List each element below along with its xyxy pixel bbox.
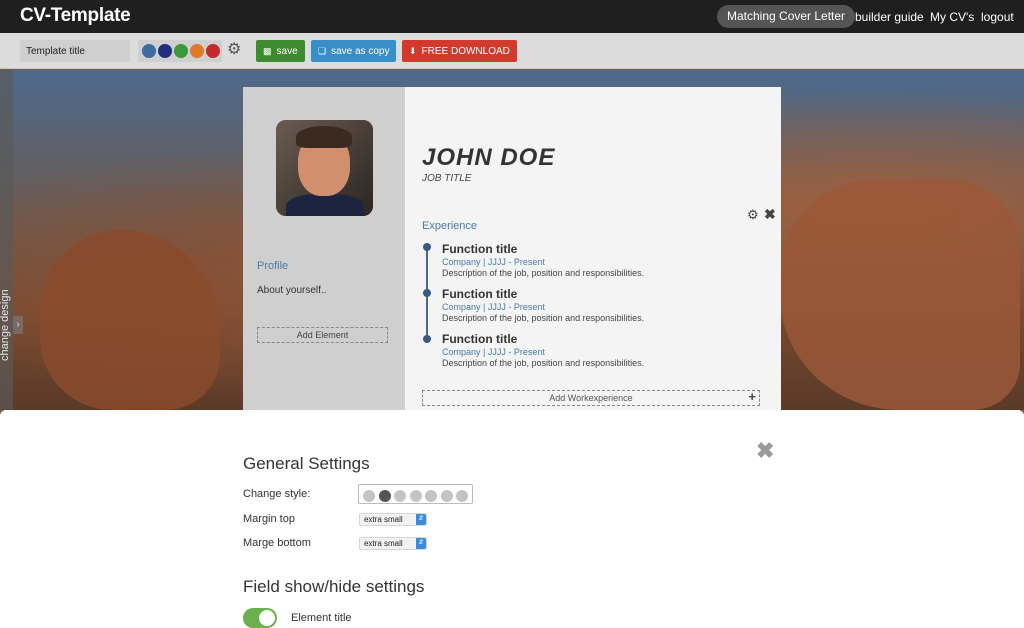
color-swatch-green[interactable]: [174, 44, 188, 58]
style-option[interactable]: [394, 490, 406, 502]
cv-preview: Profile About yourself.. Add Element JOH…: [243, 87, 781, 410]
job-description[interactable]: Description of the job, position and res…: [442, 313, 644, 323]
company-dates[interactable]: Company | JJJJ - Present: [442, 347, 644, 357]
save-as-copy-button[interactable]: ❏ save as copy: [311, 40, 397, 62]
logout-link[interactable]: logout: [981, 10, 1014, 24]
function-title[interactable]: Function title: [442, 332, 644, 346]
element-title-label: Element title: [291, 612, 352, 624]
style-option[interactable]: [409, 490, 422, 502]
margin-bottom-select[interactable]: extra small ⇵: [359, 537, 427, 550]
style-option[interactable]: [363, 490, 375, 502]
style-option[interactable]: [440, 490, 453, 502]
template-title-input[interactable]: [20, 40, 130, 62]
general-settings-heading: General Settings: [243, 454, 370, 473]
company-dates[interactable]: Company | JJJJ - Present: [442, 302, 644, 312]
style-option[interactable]: [456, 490, 468, 502]
settings-panel: ✖ General Settings Change style: Margin …: [0, 410, 1024, 628]
timeline-dot: [423, 335, 431, 343]
save-button[interactable]: ▩ save: [256, 40, 305, 62]
change-design-label[interactable]: change design: [0, 271, 11, 361]
element-title-toggle[interactable]: [243, 608, 277, 628]
experience-heading[interactable]: Experience: [422, 220, 477, 232]
color-swatch-orange[interactable]: [190, 44, 204, 58]
editor-toolbar: ⚙ ▩save ❏save as copy ⬇FREE DOWNLOAD: [0, 33, 1024, 69]
margin-bottom-value: extra small: [364, 539, 403, 548]
my-cvs-link[interactable]: My CV's: [930, 10, 974, 24]
rock-arch-shape: [780, 180, 1020, 410]
top-navbar: CV-Template Matching Cover Letter builde…: [0, 0, 1024, 33]
logo[interactable]: CV-Template: [20, 5, 131, 27]
field-settings-heading: Field show/hide settings: [243, 577, 425, 596]
add-workexperience-label: Add Workexperience: [549, 393, 633, 403]
close-icon[interactable]: ✖: [764, 206, 776, 223]
profile-photo[interactable]: [276, 120, 373, 216]
timeline-dot: [423, 289, 431, 297]
experience-item[interactable]: Function title Company | JJJJ - Present …: [442, 332, 644, 368]
margin-top-select[interactable]: extra small ⇵: [359, 513, 427, 526]
margin-bottom-label: Marge bottom: [243, 537, 311, 549]
select-arrows-icon: ⇵: [416, 538, 426, 549]
photo-hair: [296, 126, 352, 148]
cv-job-title[interactable]: JOB TITLE: [422, 173, 471, 184]
plus-icon: +: [748, 389, 756, 404]
margin-top-value: extra small: [364, 515, 403, 524]
cv-name[interactable]: JOHN DOE: [422, 144, 555, 172]
download-icon: ⬇: [409, 46, 417, 56]
profile-text[interactable]: About yourself..: [257, 285, 326, 296]
margin-top-label: Margin top: [243, 513, 295, 525]
add-workexperience-button[interactable]: Add Workexperience +: [422, 390, 760, 406]
company-dates[interactable]: Company | JJJJ - Present: [442, 257, 644, 267]
chevron-right-icon[interactable]: ›: [13, 316, 23, 334]
style-option[interactable]: [378, 490, 391, 502]
rock-shape: [40, 230, 220, 410]
style-option[interactable]: [425, 490, 437, 502]
floppy-icon: ▩: [263, 46, 272, 56]
cv-sidebar: Profile About yourself.. Add Element: [243, 87, 405, 410]
toggle-knob: [259, 610, 275, 626]
color-swatch-navy[interactable]: [158, 44, 172, 58]
gear-icon[interactable]: ⚙: [227, 42, 243, 58]
gear-icon[interactable]: ⚙: [747, 207, 759, 223]
experience-item[interactable]: Function title Company | JJJJ - Present …: [442, 287, 644, 323]
change-style-label: Change style:: [243, 488, 311, 500]
add-element-button[interactable]: Add Element: [257, 327, 388, 343]
timeline-dot: [423, 243, 431, 251]
photo-shirt: [286, 194, 364, 216]
function-title[interactable]: Function title: [442, 242, 644, 256]
color-swatch-red[interactable]: [206, 44, 220, 58]
experience-item[interactable]: Function title Company | JJJJ - Present …: [442, 242, 644, 278]
free-download-button[interactable]: ⬇ FREE DOWNLOAD: [402, 40, 517, 62]
copy-icon: ❏: [318, 46, 327, 56]
job-description[interactable]: Description of the job, position and res…: [442, 268, 644, 278]
close-icon[interactable]: ✖: [756, 438, 774, 464]
cover-letter-button[interactable]: Matching Cover Letter: [717, 5, 856, 28]
style-selector: [358, 484, 473, 504]
function-title[interactable]: Function title: [442, 287, 644, 301]
select-arrows-icon: ⇵: [416, 514, 426, 525]
color-swatches: [138, 40, 222, 62]
builder-guide-link[interactable]: builder guide: [855, 10, 924, 24]
profile-heading[interactable]: Profile: [257, 260, 288, 272]
job-description[interactable]: Description of the job, position and res…: [442, 358, 644, 368]
color-swatch-blue[interactable]: [142, 44, 156, 58]
